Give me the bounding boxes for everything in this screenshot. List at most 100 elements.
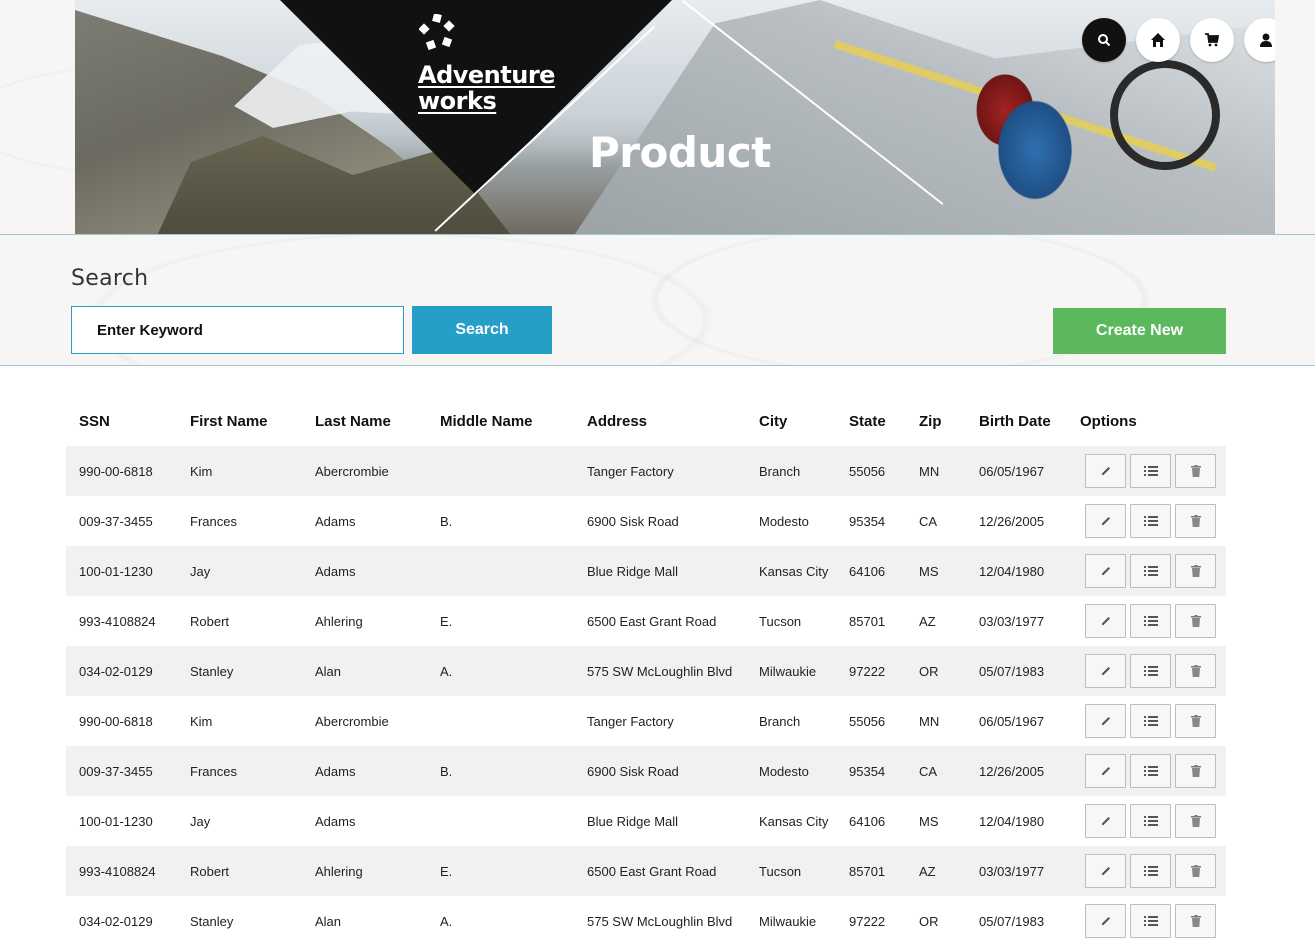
ssn-cell: 993-4108824 <box>66 596 177 646</box>
birth-date-cell: 03/03/1977 <box>966 846 1067 896</box>
column-header-birth-date[interactable]: Birth Date <box>966 396 1067 446</box>
row-options <box>1080 854 1226 888</box>
delete-icon <box>1190 715 1201 727</box>
address-cell: 575 SW McLoughlin Blvd <box>574 896 746 946</box>
edit-button[interactable] <box>1085 454 1126 488</box>
address-cell: Tanger Factory <box>574 696 746 746</box>
user-icon <box>1260 33 1272 47</box>
table-row[interactable]: 100-01-1230 Jay Adams Blue Ridge Mall Kansas… <box>66 796 1226 846</box>
ssn-cell: 034-02-0129 <box>66 646 177 696</box>
details-button[interactable] <box>1130 554 1171 588</box>
first-name-cell: Jay <box>177 546 302 596</box>
delete-button[interactable] <box>1175 704 1216 738</box>
details-button[interactable] <box>1130 854 1171 888</box>
details-button[interactable] <box>1130 454 1171 488</box>
adventure-works-logo-icon[interactable] <box>419 14 455 50</box>
state-cell: 97222 <box>836 896 906 946</box>
details-button[interactable] <box>1130 704 1171 738</box>
birth-date-cell: 03/03/1977 <box>966 596 1067 646</box>
details-button[interactable] <box>1130 504 1171 538</box>
details-button[interactable] <box>1130 904 1171 938</box>
address-cell: Blue Ridge Mall <box>574 546 746 596</box>
edit-button[interactable] <box>1085 854 1126 888</box>
cart-nav-button[interactable] <box>1190 18 1234 62</box>
delete-icon <box>1190 765 1201 777</box>
delete-icon <box>1190 915 1201 927</box>
delete-button[interactable] <box>1175 804 1216 838</box>
column-header-address[interactable]: Address <box>574 396 746 446</box>
search-input[interactable] <box>71 306 404 354</box>
details-button[interactable] <box>1130 754 1171 788</box>
last-name-cell: Adams <box>302 546 427 596</box>
delete-button[interactable] <box>1175 554 1216 588</box>
edit-button[interactable] <box>1085 804 1126 838</box>
search-button[interactable]: Search <box>412 306 552 354</box>
column-header-city[interactable]: City <box>746 396 836 446</box>
birth-date-cell: 05/07/1983 <box>966 646 1067 696</box>
table-row[interactable]: 034-02-0129 Stanley Alan A. 575 SW McLoughli… <box>66 896 1226 946</box>
edit-button[interactable] <box>1085 554 1126 588</box>
column-header-first-name[interactable]: First Name <box>177 396 302 446</box>
brand-name[interactable]: Adventure works <box>418 62 555 114</box>
edit-button[interactable] <box>1085 504 1126 538</box>
delete-button[interactable] <box>1175 654 1216 688</box>
delete-icon <box>1190 515 1201 527</box>
column-header-options: Options <box>1080 412 1137 430</box>
options-cell <box>1067 696 1226 746</box>
delete-button[interactable] <box>1175 504 1216 538</box>
column-header-last-name[interactable]: Last Name <box>302 396 427 446</box>
table-header-row: SSN First Name Last Name Middle Name Add… <box>66 396 1226 446</box>
zip-cell: AZ <box>906 596 966 646</box>
table-row[interactable]: 993-4108824 Robert Ahlering E. 6500 East Gra… <box>66 596 1226 646</box>
column-header-middle-name[interactable]: Middle Name <box>427 396 574 446</box>
table-row[interactable]: 993-4108824 Robert Ahlering E. 6500 East Gra… <box>66 846 1226 896</box>
edit-button[interactable] <box>1085 754 1126 788</box>
table-row[interactable]: 009-37-3455 Frances Adams B. 6900 Sisk Road M… <box>66 746 1226 796</box>
create-new-button[interactable]: Create New <box>1053 308 1226 354</box>
edit-button[interactable] <box>1085 704 1126 738</box>
table-row[interactable]: 034-02-0129 Stanley Alan A. 575 SW McLoughli… <box>66 646 1226 696</box>
table-body: 990-00-6818 Kim Abercrombie Tanger Factory B… <box>66 446 1226 946</box>
edit-icon <box>1100 715 1112 727</box>
last-name-cell: Adams <box>302 746 427 796</box>
delete-button[interactable] <box>1175 604 1216 638</box>
edit-button[interactable] <box>1085 654 1126 688</box>
table-row[interactable]: 009-37-3455 Frances Adams B. 6900 Sisk Road M… <box>66 496 1226 546</box>
edit-button[interactable] <box>1085 604 1126 638</box>
home-nav-button[interactable] <box>1136 18 1180 62</box>
search-nav-button[interactable] <box>1082 18 1126 62</box>
city-cell: Tucson <box>746 596 836 646</box>
zip-cell: OR <box>906 896 966 946</box>
details-button[interactable] <box>1130 654 1171 688</box>
edit-icon <box>1100 565 1112 577</box>
delete-button[interactable] <box>1175 904 1216 938</box>
details-list-icon <box>1143 515 1158 527</box>
last-name-cell: Ahlering <box>302 846 427 896</box>
delete-icon <box>1190 815 1201 827</box>
column-header-state[interactable]: State <box>836 396 906 446</box>
delete-button[interactable] <box>1175 754 1216 788</box>
edit-button[interactable] <box>1085 904 1126 938</box>
details-button[interactable] <box>1130 604 1171 638</box>
table-row[interactable]: 990-00-6818 Kim Abercrombie Tanger Factory B… <box>66 446 1226 496</box>
delete-button[interactable] <box>1175 854 1216 888</box>
ssn-cell: 990-00-6818 <box>66 696 177 746</box>
first-name-cell: Kim <box>177 446 302 496</box>
state-cell: 55056 <box>836 696 906 746</box>
options-cell <box>1067 596 1226 646</box>
table-row[interactable]: 100-01-1230 Jay Adams Blue Ridge Mall Kansas… <box>66 546 1226 596</box>
details-list-icon <box>1143 765 1158 777</box>
birth-date-cell: 05/07/1983 <box>966 896 1067 946</box>
column-header-zip[interactable]: Zip <box>906 396 966 446</box>
ssn-cell: 009-37-3455 <box>66 496 177 546</box>
table-row[interactable]: 990-00-6818 Kim Abercrombie Tanger Factory B… <box>66 696 1226 746</box>
city-cell: Branch <box>746 446 836 496</box>
column-header-ssn[interactable]: SSN <box>66 396 177 446</box>
delete-icon <box>1190 465 1201 477</box>
delete-button[interactable] <box>1175 454 1216 488</box>
edit-icon <box>1100 665 1112 677</box>
details-button[interactable] <box>1130 804 1171 838</box>
ssn-cell: 009-37-3455 <box>66 746 177 796</box>
user-nav-button[interactable] <box>1244 18 1275 62</box>
options-cell <box>1067 896 1226 946</box>
